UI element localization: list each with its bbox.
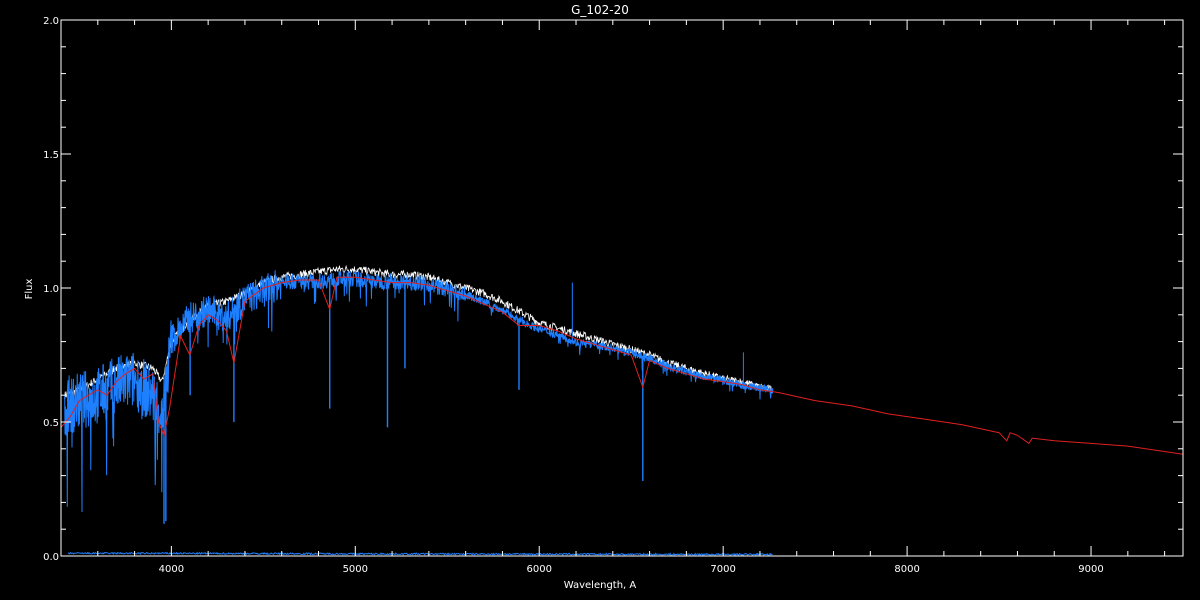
y-axis-label: Flux [24,279,35,300]
y-tick-label: 2.0 [43,16,59,27]
chart-background [0,0,1200,600]
x-tick-label: 6000 [527,564,552,575]
y-tick-label: 0.5 [43,418,59,429]
y-tick-label: 1.0 [43,284,59,295]
x-tick-label: 9000 [1078,564,1103,575]
y-tick-label: 0.0 [43,552,59,563]
chart-title: G_102-20 [571,3,629,17]
x-tick-label: 4000 [159,564,184,575]
y-tick-label: 1.5 [43,150,59,161]
spectrum-chart: G_102-20 Wavelength, A Flux 4000 5000 6000… [0,0,1200,600]
x-tick-label: 8000 [894,564,919,575]
x-tick-label: 7000 [710,564,735,575]
x-axis-label: Wavelength, A [564,580,637,591]
x-tick-label: 5000 [343,564,368,575]
